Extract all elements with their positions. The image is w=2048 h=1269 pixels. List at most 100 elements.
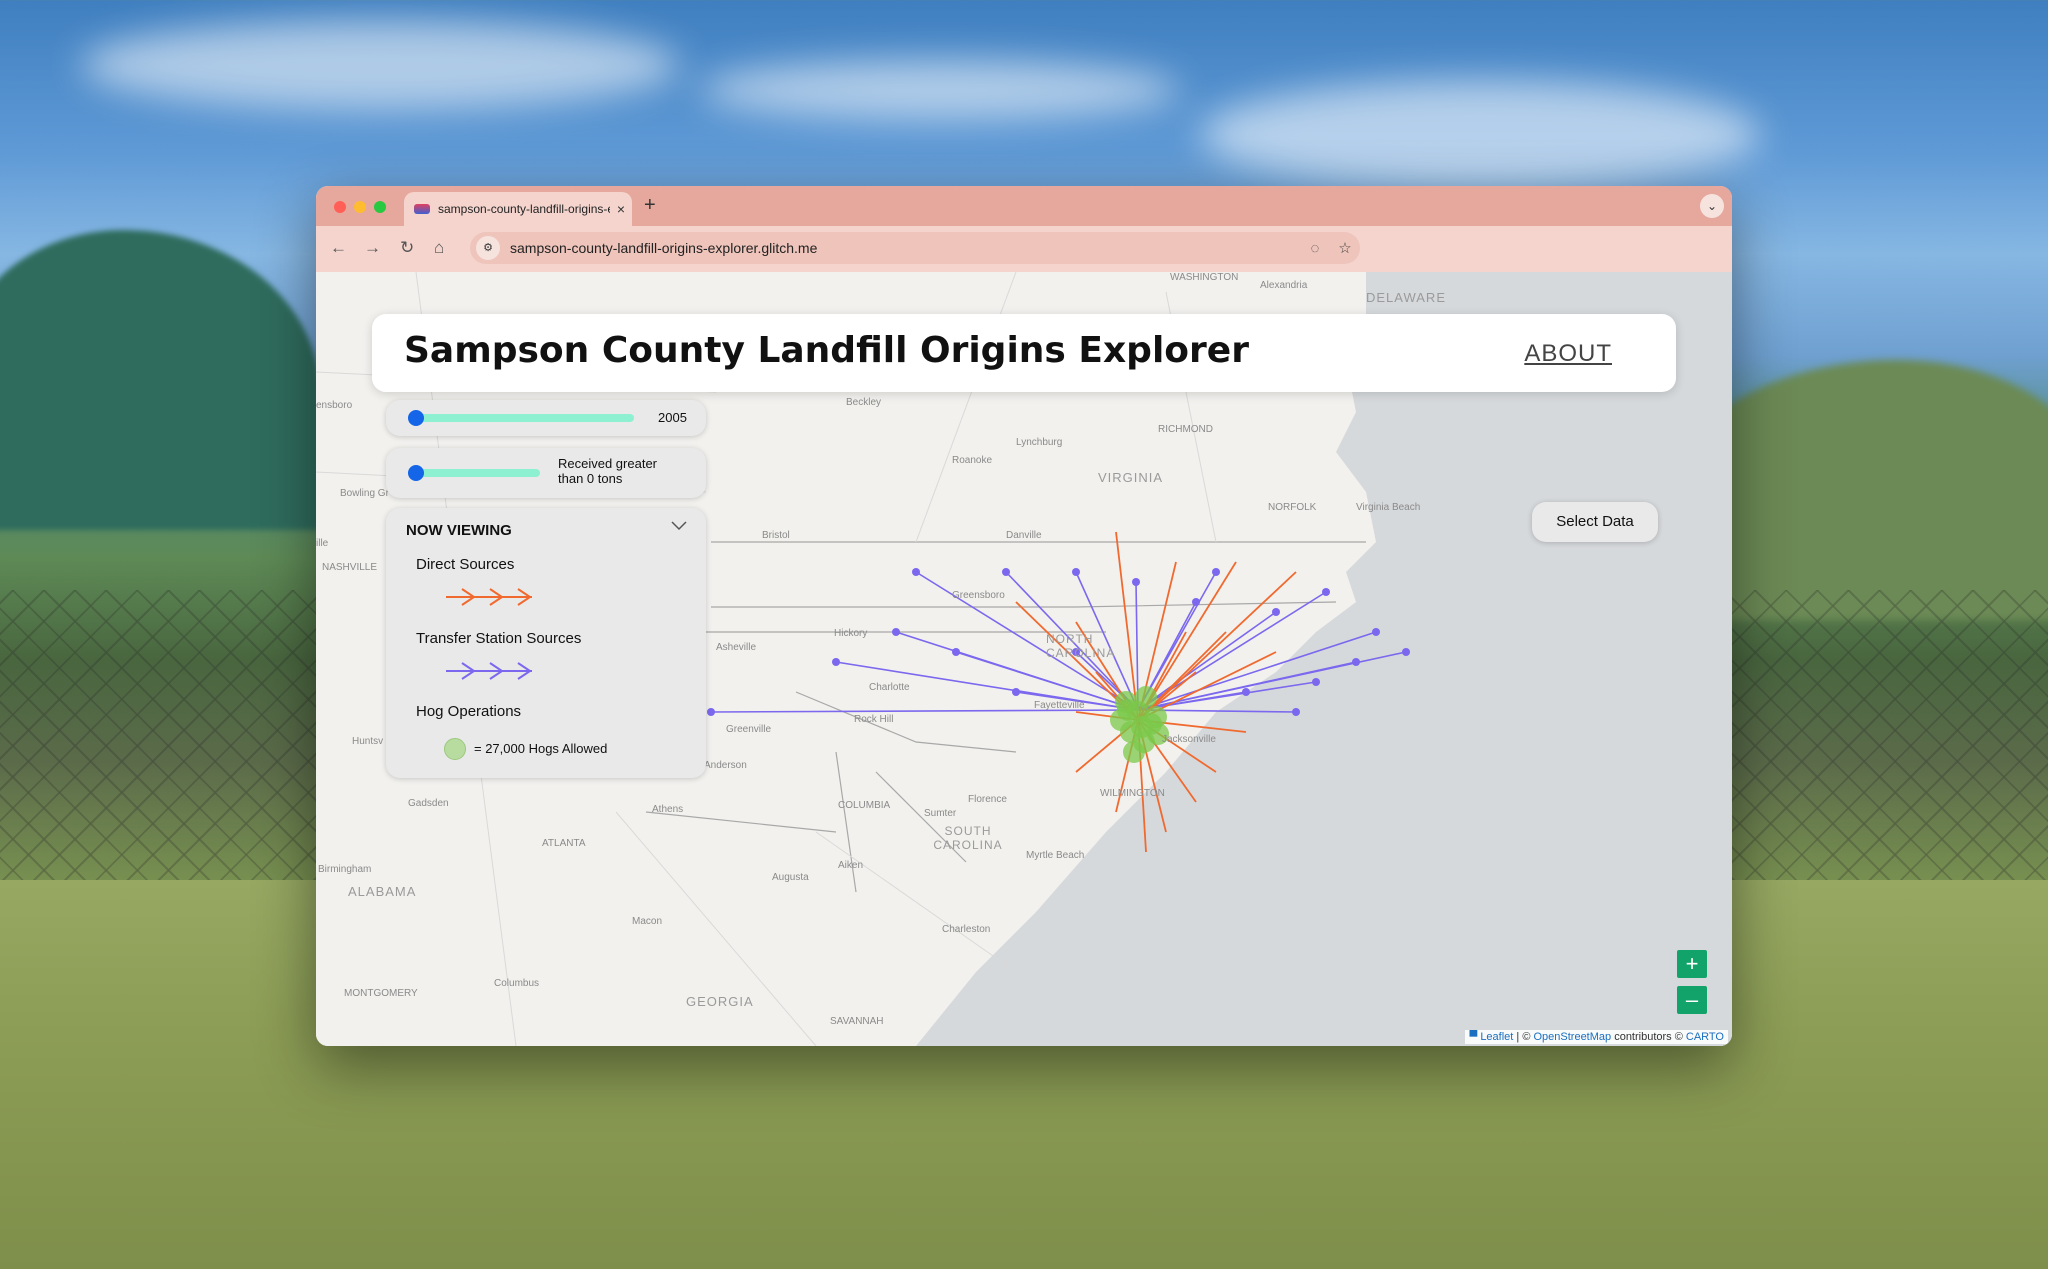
map-label: Myrtle Beach [1026, 850, 1085, 861]
hog-circle-icon [444, 738, 466, 760]
transfer-station-marker[interactable] [1072, 568, 1080, 576]
address-bar[interactable]: ⚙ sampson-county-landfill-origins-explor… [470, 232, 1360, 264]
map-label: Lynchburg [1016, 437, 1063, 448]
legend-direct-label: Direct Sources [416, 556, 515, 573]
tons-slider-handle[interactable] [408, 465, 424, 481]
map-label: Columbus [494, 978, 540, 989]
map-label: ATLANTA [542, 838, 586, 849]
transfer-station-marker[interactable] [1272, 608, 1280, 616]
map-label: SAVANNAH [830, 1016, 884, 1027]
browser-window: sampson-county-landfill-origins-explorer… [316, 186, 1732, 1046]
transfer-station-marker[interactable] [1402, 648, 1410, 656]
eye-off-icon[interactable]: ◌ [1300, 240, 1330, 257]
forward-icon[interactable]: → [364, 238, 381, 258]
direct-arrow-icon [446, 588, 532, 606]
transfer-station-marker[interactable] [952, 648, 960, 656]
tab-active[interactable]: sampson-county-landfill-origins-explorer… [404, 192, 632, 226]
map-label: RICHMOND [1158, 424, 1213, 435]
legend-panel: NOW VIEWING Direct Sources Transfer Stat… [386, 508, 706, 778]
transfer-station-marker[interactable] [1312, 678, 1320, 686]
about-link[interactable]: ABOUT [1524, 340, 1612, 368]
map-label: Birmingham [318, 864, 372, 875]
chevron-down-icon[interactable] [670, 518, 688, 537]
zoom-out-button[interactable]: – [1677, 986, 1707, 1014]
tab-search-icon[interactable]: ⌄ [1700, 194, 1724, 218]
transfer-arrow-icon [446, 662, 532, 680]
tons-filter-label: Received greater than 0 tons [558, 456, 657, 486]
map-label: WILMINGTON [1100, 788, 1165, 799]
map-label: ille [316, 538, 329, 549]
transfer-station-marker[interactable] [707, 708, 715, 716]
hog-operation-dot[interactable] [1117, 699, 1139, 721]
map-label: Huntsv [352, 736, 384, 747]
transfer-station-marker[interactable] [1012, 688, 1020, 696]
map-label: MONTGOMERY [344, 988, 418, 999]
map-label: Charlotte [869, 682, 910, 693]
transfer-station-marker[interactable] [1212, 568, 1220, 576]
year-value: 2005 [658, 410, 687, 425]
map-label: Danville [1006, 530, 1042, 541]
map[interactable]: WASHINGTON Alexandria DELAWARE Beckley R… [316, 272, 1732, 1046]
map-label: Charleston [942, 924, 991, 935]
zoom-in-button[interactable]: + [1677, 950, 1707, 978]
reload-icon[interactable]: ↻ [400, 238, 414, 258]
transfer-station-marker[interactable] [892, 628, 900, 636]
year-slider-handle[interactable] [408, 410, 424, 426]
osm-link[interactable]: OpenStreetMap [1533, 1031, 1611, 1043]
transfer-station-marker[interactable] [1322, 588, 1330, 596]
map-label: ALABAMA [348, 884, 417, 899]
app-header: Sampson County Landfill Origins Explorer… [372, 314, 1676, 392]
transfer-station-marker[interactable] [1192, 598, 1200, 606]
select-data-button[interactable]: Select Data [1532, 502, 1658, 542]
map-label: Hickory [834, 628, 868, 639]
map-label: Aiken [838, 860, 864, 871]
map-label: Asheville [716, 642, 757, 653]
close-window-button[interactable] [334, 201, 346, 213]
maximize-window-button[interactable] [374, 201, 386, 213]
favicon-icon [414, 204, 430, 214]
map-label: DELAWARE [1366, 290, 1446, 305]
hog-operation-dot[interactable] [1123, 741, 1145, 763]
year-slider-track[interactable] [408, 414, 634, 422]
carto-link[interactable]: CARTO [1686, 1031, 1724, 1043]
map-label: Beckley [846, 397, 882, 408]
year-slider-panel: 2005 [386, 400, 706, 436]
map-label: Florence [968, 794, 1007, 805]
map-label: GEORGIA [686, 994, 754, 1009]
map-label: Athens [652, 804, 684, 815]
new-tab-button[interactable]: + [644, 194, 656, 217]
url-text[interactable]: sampson-county-landfill-origins-explorer… [510, 240, 1300, 256]
map-label: Roanoke [952, 455, 993, 466]
tons-slider-panel: Received greater than 0 tons [386, 448, 706, 498]
transfer-station-marker[interactable] [1242, 688, 1250, 696]
bookmark-star-icon[interactable]: ☆ [1330, 239, 1360, 257]
map-label: VIRGINIA [1098, 470, 1164, 485]
transfer-station-marker[interactable] [1132, 578, 1140, 586]
map-label: Jacksonville [1162, 734, 1216, 745]
transfer-station-marker[interactable] [1292, 708, 1300, 716]
map-attribution: ▀ Leaflet | © OpenStreetMap contributors… [1465, 1030, 1728, 1044]
transfer-station-marker[interactable] [1372, 628, 1380, 636]
hog-operation-dot[interactable] [1131, 716, 1153, 738]
home-icon[interactable]: ⌂ [434, 238, 444, 258]
map-label: Gadsden [408, 798, 449, 809]
hog-operation-dot[interactable] [1135, 686, 1157, 708]
site-settings-icon[interactable]: ⚙ [476, 236, 500, 260]
transfer-station-marker[interactable] [1002, 568, 1010, 576]
tons-slider-track[interactable] [408, 469, 540, 477]
map-label: Fayetteville [1034, 700, 1085, 711]
transfer-station-marker[interactable] [912, 568, 920, 576]
legend-hog-scale: = 27,000 Hogs Allowed [474, 741, 608, 756]
tab-close-icon[interactable]: × [610, 201, 632, 217]
map-label: Macon [632, 916, 663, 927]
map-label: SOUTH CAROLINA [933, 824, 1003, 852]
leaflet-link[interactable]: Leaflet [1480, 1031, 1513, 1043]
back-icon[interactable]: ← [330, 238, 347, 258]
transfer-station-marker[interactable] [832, 658, 840, 666]
map-label: COLUMBIA [838, 800, 891, 811]
map-label: NORFOLK [1268, 502, 1317, 513]
minimize-window-button[interactable] [354, 201, 366, 213]
legend-heading: NOW VIEWING [406, 522, 512, 539]
page-title: Sampson County Landfill Origins Explorer [404, 330, 1249, 371]
map-label: WASHINGTON [1170, 272, 1239, 283]
